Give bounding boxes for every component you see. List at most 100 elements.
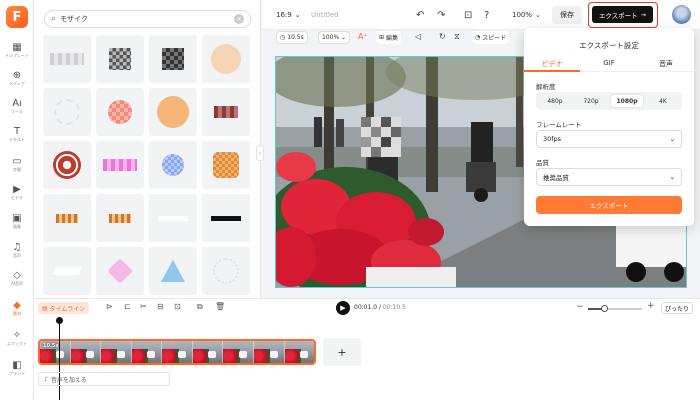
- clear-search-icon[interactable]: ×: [234, 14, 244, 24]
- speed-button[interactable]: ◔ スピード: [472, 31, 510, 44]
- zoom-out-icon[interactable]: −: [576, 302, 584, 312]
- zoom-slider[interactable]: [588, 305, 642, 312]
- clip-frame: [101, 341, 132, 363]
- mosaic-sticker[interactable]: [96, 88, 144, 136]
- mosaic-sticker[interactable]: [43, 141, 91, 189]
- tab-video[interactable]: ビデオ: [524, 59, 580, 69]
- app-logo[interactable]: F: [6, 6, 28, 28]
- search-input[interactable]: ⌕ モザイク ×: [44, 10, 251, 28]
- chevron-down-icon: ⌄: [669, 173, 675, 181]
- resolution-1080p[interactable]: 1080p: [611, 95, 643, 107]
- resolution-label: 解析度: [536, 83, 556, 91]
- quality-select[interactable]: 推奨品質 ⌄: [536, 168, 682, 186]
- zoom-in-icon[interactable]: +: [647, 301, 655, 311]
- scissors-icon[interactable]: ✂: [140, 302, 147, 311]
- tab-audio[interactable]: 音声: [638, 59, 694, 69]
- freeze-icon[interactable]: ⊟: [157, 302, 164, 311]
- timeline: ▤ タイムライン ⊳ ⊏ ✂ ⊟ ⊡ ⧉ 🗑 ▶ 00:01.0 / 00:10.…: [34, 298, 700, 400]
- panel-collapse-handle[interactable]: ‹: [256, 145, 264, 161]
- media-icon: ⊕: [12, 69, 22, 81]
- time-display: 00:01.0 / 00:10.5: [354, 304, 406, 311]
- rail-item-effects[interactable]: ✧ エフェクト: [2, 324, 32, 352]
- volume-icon[interactable]: ◁: [415, 32, 421, 41]
- export-button[interactable]: エクスポート →: [592, 6, 653, 23]
- avatar[interactable]: [672, 5, 691, 24]
- confirm-export-button[interactable]: エクスポート: [536, 196, 682, 214]
- resolution-4k[interactable]: 4K: [647, 95, 679, 107]
- play-button[interactable]: ▶: [336, 301, 350, 315]
- rail-label: AI音声: [11, 280, 23, 286]
- mosaic-sticker[interactable]: [149, 141, 197, 189]
- rail-label: 字幕: [13, 166, 21, 172]
- help-icon[interactable]: ?: [484, 8, 489, 22]
- delete-icon[interactable]: 🗑: [215, 302, 225, 311]
- clip-frame: [70, 341, 102, 363]
- clip-frame: [284, 341, 314, 363]
- duplicate-icon[interactable]: ⧉: [197, 302, 203, 312]
- save-button[interactable]: 保存: [552, 6, 582, 24]
- ai-enhance-icon[interactable]: A⁺: [358, 32, 368, 41]
- mosaic-sticker[interactable]: [149, 194, 197, 242]
- add-clip-button[interactable]: +: [323, 338, 361, 366]
- add-audio-button[interactable]: ♪ 音声を加える: [38, 372, 170, 386]
- project-title[interactable]: Untitled: [311, 8, 339, 22]
- rail-item-subtitle[interactable]: ▭ 字幕: [2, 150, 32, 178]
- rotate-icon[interactable]: ↻: [439, 32, 446, 41]
- redo-icon[interactable]: ↷: [437, 8, 445, 22]
- clip-frame: [162, 341, 193, 363]
- left-rail: F ▦ テンプレート ⊕ メディア Aı ツール T テキスト ▭ 字幕 ▶ ビデオ ▣ 画像…: [0, 0, 34, 400]
- rail-item-image[interactable]: ▣ 画像: [2, 207, 32, 235]
- playhead-handle[interactable]: [56, 317, 63, 324]
- rail-item-template[interactable]: ▦ テンプレート: [2, 36, 32, 64]
- mosaic-sticker[interactable]: [149, 88, 197, 136]
- active-tab-underline: [524, 70, 580, 72]
- timeline-toggle[interactable]: ▤ タイムライン: [38, 302, 90, 314]
- mosaic-sticker[interactable]: [96, 141, 144, 189]
- rail-item-elements[interactable]: ◆ 素材: [2, 294, 32, 322]
- mosaic-sticker[interactable]: [43, 194, 91, 242]
- rail-item-text[interactable]: T テキスト: [2, 120, 32, 148]
- export-highlight: エクスポート →: [588, 2, 658, 28]
- mosaic-sticker[interactable]: [96, 247, 144, 295]
- mosaic-sticker[interactable]: [202, 194, 250, 242]
- mosaic-sticker[interactable]: [96, 194, 144, 242]
- mosaic-sticker[interactable]: [202, 88, 250, 136]
- mosaic-sticker[interactable]: [96, 35, 144, 83]
- screenshot-icon[interactable]: ⊡: [464, 8, 472, 22]
- mosaic-sticker[interactable]: [202, 141, 250, 189]
- rail-item-tools[interactable]: Aı ツール: [2, 92, 32, 120]
- scale-select[interactable]: 100% ⌄: [318, 31, 351, 44]
- mosaic-sticker[interactable]: [202, 35, 250, 83]
- trim-icon[interactable]: ⊏: [124, 302, 131, 311]
- tab-gif[interactable]: GIF: [581, 59, 637, 67]
- mosaic-sticker[interactable]: [202, 247, 250, 295]
- framerate-value: 30fps: [543, 135, 562, 143]
- resolution-720p[interactable]: 720p: [575, 95, 607, 107]
- duration-chip[interactable]: ◷ 10.5s: [276, 31, 308, 44]
- zoom-slider-handle[interactable]: [600, 305, 608, 312]
- aspect-ratio-select[interactable]: 16:9 ⌄: [276, 8, 301, 22]
- rail-item-video[interactable]: ▶ ビデオ: [2, 178, 32, 206]
- flip-icon[interactable]: ⧖: [454, 32, 460, 42]
- rail-item-ai-voice[interactable]: ◇ AI音声: [2, 264, 32, 292]
- zoom-value: 100%: [512, 11, 533, 19]
- brand-icon: ◧: [12, 359, 22, 371]
- mosaic-sticker[interactable]: [43, 88, 91, 136]
- mosaic-sticker[interactable]: [43, 247, 91, 295]
- edit-button[interactable]: ⊞ 編集: [376, 31, 402, 44]
- rail-item-audio[interactable]: ♫ 音声: [2, 236, 32, 264]
- rail-item-media[interactable]: ⊕ メディア: [2, 64, 32, 92]
- mosaic-sticker[interactable]: [43, 35, 91, 83]
- video-clip[interactable]: 10.5s: [38, 339, 316, 365]
- caption-icon[interactable]: ⊡: [174, 302, 181, 311]
- resolution-480p[interactable]: 480p: [539, 95, 571, 107]
- fit-button[interactable]: ぴったり: [661, 302, 693, 314]
- playhead[interactable]: [56, 317, 63, 400]
- rail-item-brand[interactable]: ◧ ブランド: [2, 354, 32, 382]
- undo-icon[interactable]: ↶: [416, 8, 424, 22]
- framerate-select[interactable]: 30fps ⌄: [536, 130, 682, 148]
- mosaic-sticker[interactable]: [149, 35, 197, 83]
- zoom-select[interactable]: 100% ⌄: [512, 8, 541, 22]
- split-icon[interactable]: ⊳: [106, 302, 113, 311]
- mosaic-sticker[interactable]: [149, 247, 197, 295]
